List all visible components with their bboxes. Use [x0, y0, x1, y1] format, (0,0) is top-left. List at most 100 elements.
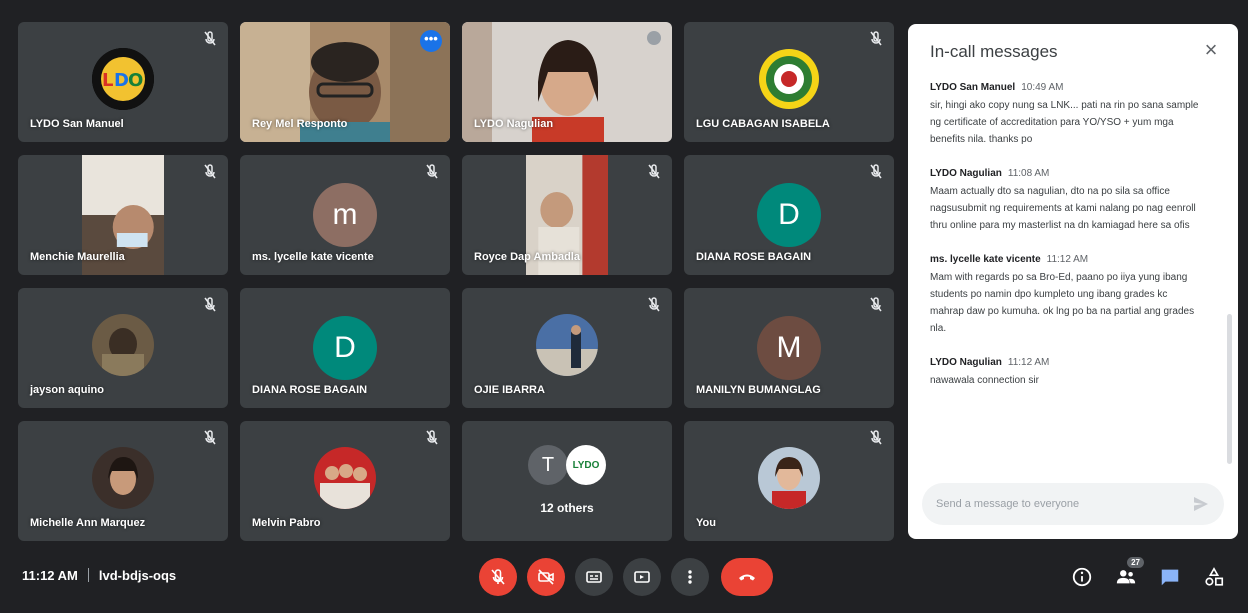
mic-off-icon — [646, 163, 662, 181]
activities-icon — [1205, 567, 1224, 586]
camera-off-icon — [538, 569, 554, 585]
mic-off-icon — [424, 163, 440, 181]
message-composer[interactable] — [922, 483, 1224, 525]
mic-off-icon — [202, 163, 218, 181]
captions-icon — [586, 571, 602, 583]
participant-tile[interactable]: D DIANA ROSE BAGAIN — [684, 155, 894, 275]
more-vert-icon — [688, 570, 692, 584]
participant-tile[interactable]: M MANILYN BUMANGLAG — [684, 288, 894, 408]
message-sender: LYDO San Manuel — [930, 82, 1016, 93]
chat-message: ms. lycelle kate vicente 11:12 AM Mam wit… — [930, 254, 1202, 337]
participant-logo: L D O — [92, 48, 154, 110]
participant-name: You — [696, 517, 716, 529]
mic-off-icon — [868, 296, 884, 314]
participant-tile[interactable]: jayson aquino — [18, 288, 228, 408]
meeting-time: 11:12 AM — [22, 568, 78, 583]
message-input[interactable] — [936, 498, 1176, 510]
others-tile[interactable]: T LYDO 12 others — [462, 421, 672, 541]
participant-avatar: D — [313, 316, 377, 380]
participant-seal — [758, 48, 820, 110]
message-time: 11:12 AM — [1046, 254, 1089, 265]
chat-panel-title: In-call messages — [930, 42, 1058, 61]
participant-name: LYDO San Manuel — [30, 118, 124, 130]
message-text: nawawala connection sir — [930, 375, 1039, 386]
participant-photo — [536, 314, 598, 376]
mic-off-icon — [646, 296, 662, 314]
mic-off-icon — [868, 30, 884, 48]
divider — [87, 568, 89, 582]
leave-call-button[interactable] — [721, 558, 773, 596]
people-button[interactable]: 27 — [1114, 557, 1144, 589]
participant-photo — [92, 314, 154, 376]
participant-name: Royce Dap Ambadla — [474, 251, 580, 263]
mic-off-icon — [202, 30, 218, 48]
message-time: 10:49 AM — [1021, 82, 1064, 93]
send-icon[interactable] — [1192, 495, 1210, 513]
meeting-details-button[interactable] — [1070, 565, 1094, 589]
message-sender: LYDO Nagulian — [930, 168, 1002, 179]
present-button[interactable] — [623, 558, 661, 596]
close-icon[interactable]: × — [1200, 39, 1222, 62]
more-options-icon[interactable]: ••• — [420, 30, 442, 52]
participant-name: Menchie Maurellia — [30, 251, 125, 263]
captions-button[interactable] — [575, 558, 613, 596]
participant-tile[interactable]: Michelle Ann Marquez — [18, 421, 228, 541]
self-photo — [758, 447, 820, 509]
participant-avatar: D — [757, 183, 821, 247]
participant-tile[interactable]: Menchie Maurellia — [18, 155, 228, 275]
participant-name: LYDO Nagulian — [474, 118, 554, 130]
participant-tile[interactable]: D DIANA ROSE BAGAIN — [240, 288, 450, 408]
participant-name: ms. lycelle kate vicente — [252, 251, 374, 263]
chat-message: LYDO Nagulian 11:08 AM Maam actually dto … — [930, 168, 1202, 234]
message-text: Maam actually dto sa nagulian, dto na po… — [930, 186, 1196, 231]
mic-off-icon — [868, 429, 884, 447]
chat-message: LYDO San Manuel 10:49 AM sir, hingi ako c… — [930, 82, 1202, 148]
participant-name: LGU CABAGAN ISABELA — [696, 118, 830, 130]
participant-count-badge: 27 — [1127, 557, 1144, 568]
mic-off-icon — [868, 163, 884, 181]
participant-name: OJIE IBARRA — [474, 384, 545, 396]
participant-tile[interactable]: LYDO Nagulian — [462, 22, 672, 142]
present-screen-icon — [634, 571, 650, 583]
mic-off-icon — [202, 429, 218, 447]
svg-text:D: D — [114, 70, 129, 91]
message-list: LYDO San Manuel 10:49 AM sir, hingi ako c… — [930, 82, 1202, 409]
svg-text:O: O — [128, 70, 143, 91]
participant-tile-active[interactable]: ••• Rey Mel Responto — [240, 22, 450, 142]
chat-scrollbar[interactable] — [1227, 314, 1232, 464]
self-tile[interactable]: You — [684, 421, 894, 541]
participant-tile[interactable]: Melvin Pabro — [240, 421, 450, 541]
chat-panel: In-call messages × LYDO San Manuel 10:49 … — [908, 24, 1238, 539]
participant-name: jayson aquino — [30, 384, 104, 396]
chat-button[interactable] — [1158, 565, 1182, 589]
participant-name: Rey Mel Responto — [252, 118, 348, 130]
participant-photo — [92, 447, 154, 509]
participant-avatar: m — [313, 183, 377, 247]
participant-tile[interactable]: m ms. lycelle kate vicente — [240, 155, 450, 275]
meeting-info: 11:12 AM lvd-bdjs-oqs — [22, 568, 176, 583]
mic-toggle-button[interactable] — [479, 558, 517, 596]
participant-tile[interactable]: OJIE IBARRA — [462, 288, 672, 408]
participant-tile[interactable]: Royce Dap Ambadla — [462, 155, 672, 275]
activities-button[interactable] — [1202, 565, 1226, 589]
meeting-code: lvd-bdjs-oqs — [98, 568, 177, 583]
camera-toggle-button[interactable] — [527, 558, 565, 596]
participant-photo — [314, 447, 376, 509]
mic-off-icon — [202, 296, 218, 314]
others-count-label: 12 others — [540, 501, 594, 515]
mic-icon — [646, 30, 662, 48]
message-text: sir, hingi ako copy nung sa LNK... pati … — [930, 100, 1199, 145]
others-avatar-t: T — [528, 445, 568, 485]
others-avatar-logo: LYDO — [566, 445, 606, 485]
message-text: Mam with regards po sa Bro-Ed, paano po … — [930, 272, 1195, 334]
mic-off-icon — [424, 429, 440, 447]
chat-message: LYDO Nagulian 11:12 AM nawawala connectio… — [930, 357, 1202, 389]
call-end-icon — [739, 574, 755, 581]
participant-tile[interactable]: LGU CABAGAN ISABELA — [684, 22, 894, 142]
participant-tile[interactable]: L D O LYDO San Manuel — [18, 22, 228, 142]
more-options-button[interactable] — [671, 558, 709, 596]
message-time: 11:08 AM — [1007, 168, 1050, 179]
participant-name: Michelle Ann Marquez — [30, 517, 146, 529]
participant-grid: L D O LYDO San Manuel ••• Rey Mel Respon… — [18, 22, 896, 542]
message-time: 11:12 AM — [1007, 357, 1050, 368]
